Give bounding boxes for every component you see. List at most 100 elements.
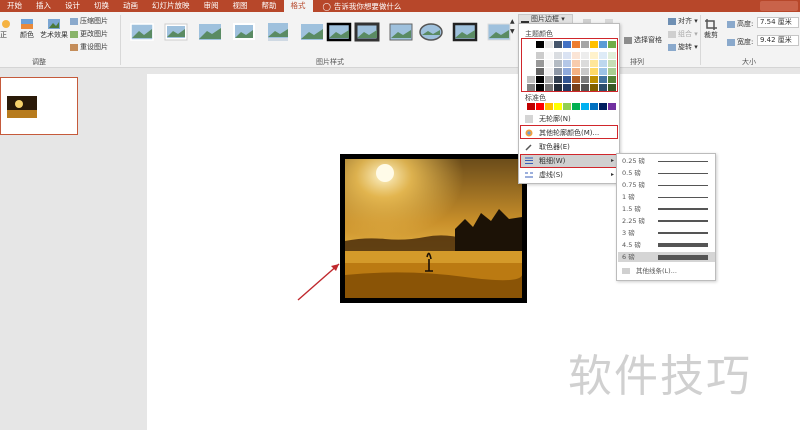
dash-line-icon <box>525 172 533 178</box>
no-outline-icon <box>525 115 533 123</box>
color-swatch[interactable] <box>527 103 535 110</box>
group-label-arrange: 排列 <box>630 58 644 66</box>
tab-view[interactable]: 视图 <box>226 0 255 12</box>
weight-sample-line <box>658 254 708 260</box>
annotation-arrow <box>297 263 340 301</box>
account-area[interactable] <box>760 1 798 11</box>
group-label-size: 大小 <box>742 58 756 66</box>
compress-icon <box>70 17 78 25</box>
group-icon <box>668 30 676 38</box>
no-outline-item[interactable]: 无轮廓(N) <box>521 113 618 125</box>
align-button[interactable]: 对齐 ▾ <box>668 16 698 26</box>
weight-option[interactable]: 2.25 磅 <box>618 216 715 226</box>
picture-style-1[interactable] <box>129 21 155 43</box>
picture-style-9[interactable] <box>388 21 414 43</box>
color-swatch[interactable] <box>554 103 562 110</box>
tab-home[interactable]: 开始 <box>0 0 29 12</box>
weight-submenu: 0.25 磅 0.5 磅 0.75 磅 1 磅 1.5 磅 2.25 磅 3 磅… <box>616 153 716 281</box>
weight-option[interactable]: 4.5 磅 <box>618 240 715 250</box>
gallery-scroll-up[interactable]: ▲ <box>510 18 515 25</box>
weight-option[interactable]: 0.75 磅 <box>618 180 715 190</box>
standard-colors-heading: 标准色 <box>525 94 546 102</box>
slide-thumbnail-pane <box>0 69 88 430</box>
sunrise-crane-photo <box>345 159 522 298</box>
slide-thumbnail-1[interactable] <box>0 77 78 135</box>
tell-me-text: 告诉我你想要做什么 <box>333 1 402 11</box>
rotate-button[interactable]: 旋转 ▾ <box>668 42 698 52</box>
weight-sample-line <box>658 196 708 198</box>
weight-sample-line <box>658 243 708 247</box>
change-picture-button[interactable]: 更改图片 <box>70 29 108 39</box>
color-swatch[interactable] <box>536 103 544 110</box>
tab-insert[interactable]: 插入 <box>29 0 58 12</box>
crop-icon <box>705 19 717 30</box>
tab-slideshow[interactable]: 幻灯片放映 <box>145 0 197 12</box>
tab-design[interactable]: 设计 <box>58 0 87 12</box>
gallery-scroll-down[interactable]: ▼ <box>510 28 515 35</box>
sun-icon <box>2 20 10 28</box>
picture-style-6[interactable] <box>299 21 325 43</box>
width-field-label: 宽度: <box>727 37 753 47</box>
align-icon <box>668 17 676 25</box>
weight-option[interactable]: 0.25 磅 <box>618 156 715 166</box>
height-field-label: 高度: <box>727 19 753 29</box>
picture-style-8[interactable] <box>354 21 380 43</box>
ribbon-separator <box>700 15 701 65</box>
selection-pane-button[interactable]: 选择窗格 <box>624 35 662 45</box>
tab-review[interactable]: 审阅 <box>197 0 226 12</box>
weight-option-selected[interactable]: 6 磅 <box>618 252 715 262</box>
weight-sample-line <box>658 220 708 222</box>
eyedropper-item[interactable]: 取色器(E) <box>521 141 618 153</box>
group-button[interactable]: 组合 ▾ <box>668 29 698 39</box>
reset-picture-button[interactable]: 重设图片 <box>70 42 108 52</box>
corrections-button[interactable]: 正 <box>0 18 12 40</box>
color-swatch[interactable] <box>599 103 607 110</box>
selected-picture[interactable] <box>340 154 527 303</box>
artistic-effects-button[interactable]: 艺术效果 <box>40 18 68 40</box>
color-swatch[interactable] <box>608 103 616 110</box>
color-button[interactable]: 颜色 <box>20 18 34 40</box>
crop-button[interactable]: 裁剪 <box>704 18 718 40</box>
weight-sample-line <box>658 208 708 210</box>
highlight-more-colors <box>520 125 618 139</box>
width-input[interactable]: 9.42 厘米 <box>757 35 799 46</box>
eyedropper-icon <box>525 144 532 151</box>
color-swatch[interactable] <box>581 103 589 110</box>
height-input[interactable]: 7.54 厘米 <box>757 17 799 28</box>
tab-animations[interactable]: 动画 <box>116 0 145 12</box>
ribbon: 正 颜色 艺术效果 压缩图片 更改图片 重设图片 调整 ▲ ▼ 图片样式 选择窗… <box>0 12 800 68</box>
color-swatch[interactable] <box>590 103 598 110</box>
picture-style-12[interactable] <box>486 21 512 43</box>
more-lines-item[interactable]: 其他线条(L)... <box>618 266 715 276</box>
picture-style-11[interactable] <box>452 21 478 43</box>
highlight-theme-colors <box>521 38 618 92</box>
height-icon <box>727 20 735 28</box>
tab-format[interactable]: 格式 <box>283 0 313 12</box>
highlight-weight <box>520 154 618 168</box>
tab-transitions[interactable]: 切换 <box>87 0 116 12</box>
compress-pictures-button[interactable]: 压缩图片 <box>70 16 108 26</box>
tell-me-box[interactable]: ◯ 告诉我你想要做什么 <box>323 1 402 12</box>
reset-picture-icon <box>70 43 78 51</box>
color-swatch[interactable] <box>563 103 571 110</box>
picture-style-4[interactable] <box>231 21 257 43</box>
color-swatch[interactable] <box>572 103 580 110</box>
weight-sample-line <box>658 184 708 186</box>
picture-style-3[interactable] <box>197 21 223 43</box>
picture-style-2[interactable] <box>163 21 189 43</box>
weight-option[interactable]: 1 磅 <box>618 192 715 202</box>
weight-option[interactable]: 1.5 磅 <box>618 204 715 214</box>
color-swatch[interactable] <box>545 103 553 110</box>
selection-pane-icon <box>624 36 632 44</box>
picture-style-5[interactable] <box>265 21 291 43</box>
ribbon-tab-bar: 开始 插入 设计 切换 动画 幻灯片放映 审阅 视图 帮助 格式 ◯ 告诉我你想… <box>0 0 800 12</box>
weight-option[interactable]: 0.5 磅 <box>618 168 715 178</box>
artistic-effects-icon <box>48 19 60 29</box>
picture-style-10[interactable] <box>418 21 444 43</box>
width-icon <box>727 38 735 46</box>
watermark-text: 软件技巧 <box>568 351 752 402</box>
tab-help[interactable]: 帮助 <box>255 0 284 12</box>
picture-style-7[interactable] <box>326 21 352 43</box>
dashes-item[interactable]: 虚线(S) ▸ <box>521 169 618 181</box>
weight-option[interactable]: 3 磅 <box>618 228 715 238</box>
